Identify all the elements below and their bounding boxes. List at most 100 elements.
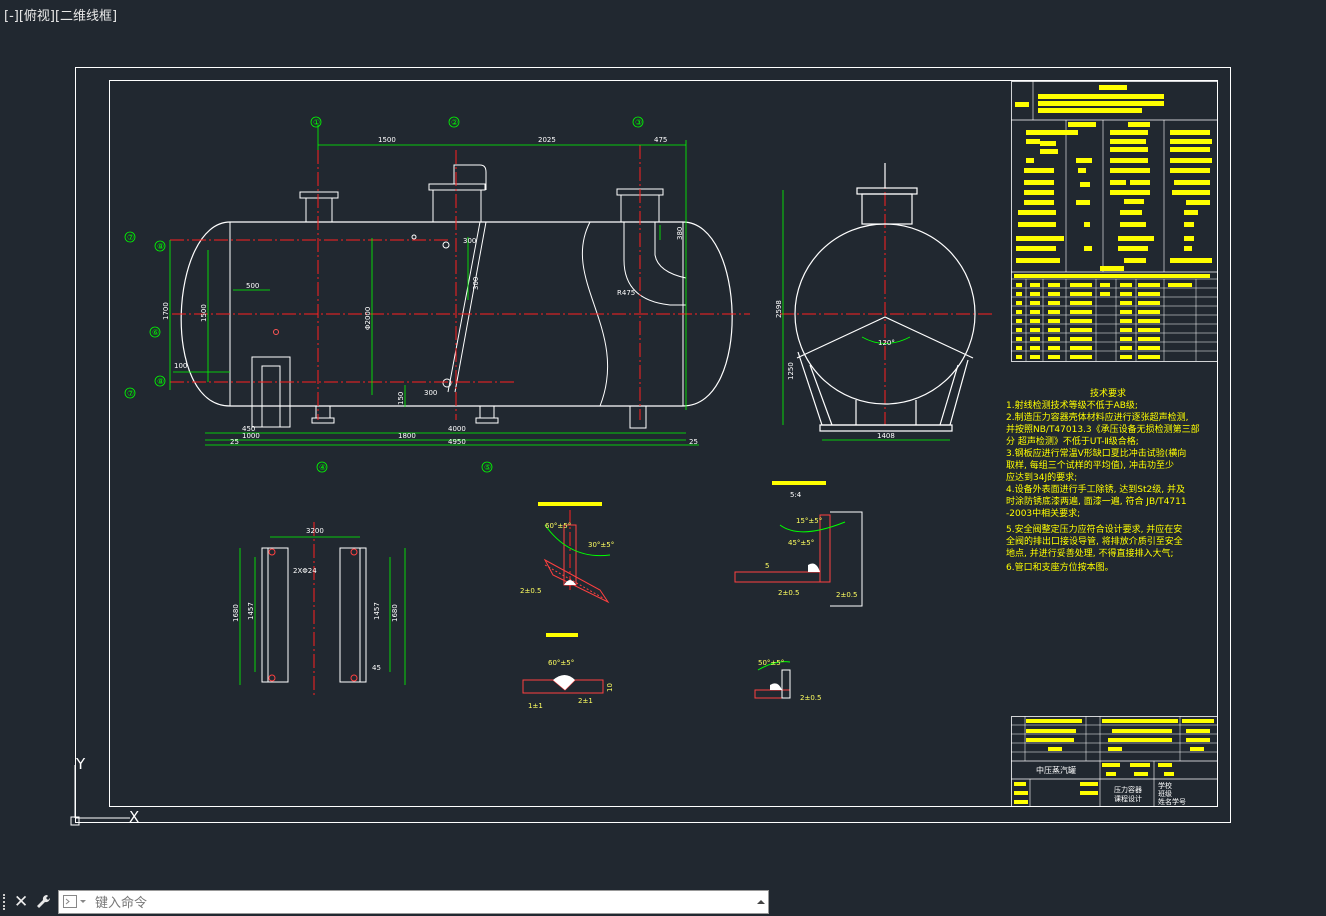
saddle-side <box>797 351 969 426</box>
tech-line-9: 时涂防锈底漆两遍, 面漆一遍, 符合 JB/T4711 <box>1006 495 1187 507</box>
tech-line-3: 并按照NB/T47013.3《承压设备无损检测第三部 <box>1006 423 1200 435</box>
tech-line-13: 地点, 并进行妥善处理, 不得直接排入大气; <box>1006 547 1173 559</box>
dim-1457-b: 1457 <box>373 602 381 620</box>
dim-2598: 2598 <box>775 300 783 318</box>
dim-1700: 1700 <box>162 302 170 320</box>
dim-1408: 1408 <box>877 432 895 440</box>
drag-handle-icon[interactable] <box>3 894 10 910</box>
dim-300: 300 <box>463 237 476 245</box>
dim-1500-v: 1500 <box>200 304 208 322</box>
weld2-angle-a: 15°±5° <box>796 517 822 525</box>
dim-1800: 1800 <box>398 432 416 440</box>
ucs-y-label: Y <box>75 755 86 773</box>
bubble-1: ① <box>313 118 320 127</box>
weld1-angle-a: 60°±5° <box>545 522 571 530</box>
nozzle-2 <box>432 189 482 223</box>
command-input-box[interactable] <box>58 890 769 914</box>
dim-1680: 1680 <box>232 604 240 622</box>
bubble-7b: ⑦ <box>127 389 134 398</box>
dim-300-c: 300 <box>424 389 437 397</box>
saddle-support-right <box>475 406 499 424</box>
dim-25-a: 25 <box>230 438 239 446</box>
dim-475: 475 <box>654 136 667 144</box>
tech-line-14: 6.管口和支座方位按本图。 <box>1006 561 1114 573</box>
info-student: 姓名学号 <box>1158 797 1186 806</box>
drawing-title: 中压蒸汽罐 <box>1036 765 1076 775</box>
title-block: 中压蒸汽罐 压力容器 课程设计 学校 班级 姓名学号 <box>1011 716 1218 807</box>
tech-line-4: 分 超声检测》不低于UT-Ⅱ级合格; <box>1006 435 1139 447</box>
tech-line-2: 2.制造压力容器壳体材料应进行逐张超声检测, <box>1006 411 1188 423</box>
dim-1457: 1457 <box>247 602 255 620</box>
reference-bubbles <box>124 116 644 473</box>
weld-detail-4: 50°±5° 2±0.5 <box>754 659 821 702</box>
weld-detail-2: 5:4 15°±5° 45°±5° 2±0.5 2±0.5 5 <box>734 481 863 607</box>
weld3-angle: 60°±5° <box>548 659 574 667</box>
dim-380: 380 <box>676 227 684 240</box>
dim-1500: 1500 <box>378 136 396 144</box>
tech-line-7: 应达到34J的要求; <box>1006 471 1077 483</box>
dim-1250: 1250 <box>787 362 795 380</box>
tech-line-12: 全阀的排出口接设导管, 将排放介质引至安全 <box>1006 535 1183 547</box>
chevron-up-icon[interactable] <box>756 897 766 907</box>
weld3-thickness: 10 <box>606 683 614 692</box>
weld3-root: 1±1 <box>528 702 543 710</box>
ucs-icon <box>70 765 130 826</box>
bubble-2: ② <box>451 118 458 127</box>
manhole <box>251 356 291 428</box>
tech-line-8: 4.设备外表面进行手工除锈, 达到St2级, 并及 <box>1006 483 1185 495</box>
dim-3200: 3200 <box>306 527 324 535</box>
tech-line-6: 取样, 每组三个试样的平均值), 冲击功至少 <box>1006 459 1174 471</box>
dim-500: 500 <box>246 282 259 290</box>
weld3-gap: 2±1 <box>578 697 593 705</box>
weld-detail-1: 60°±5° 30°±5° 2±0.5 <box>520 502 614 604</box>
bubble-7a: ⑦ <box>127 233 134 242</box>
tech-line-11: 5.安全阀整定压力应符合设计要求, 并应在安 <box>1006 523 1182 535</box>
weld2-scale: 5:4 <box>790 491 802 499</box>
dim-1000: 1000 <box>242 432 260 440</box>
bubble-8a: ⑧ <box>157 242 164 251</box>
close-icon[interactable]: ✕ <box>14 890 28 914</box>
wrench-icon[interactable] <box>34 892 54 912</box>
dim-300-b: 300 <box>472 277 480 290</box>
info-class: 班级 <box>1158 789 1172 798</box>
technical-requirements: 技术要求 1.射线检测技术等级不低于AB级; 2.制造压力容器壳体材料应进行逐张… <box>1006 387 1200 573</box>
dimension-lines <box>169 125 950 685</box>
weld4-angle: 50°±5° <box>758 659 784 667</box>
weld2-e: 5 <box>765 562 769 570</box>
saddle-support-left <box>311 406 335 424</box>
tech-title: 技术要求 <box>1090 387 1126 399</box>
nozzle-1 <box>305 197 333 223</box>
bubble-4: ④ <box>319 463 326 472</box>
dim-4950: 4950 <box>448 438 466 446</box>
weld-detail-3: 60°±5° 2±1 1±1 10 <box>522 633 614 710</box>
drawing-canvas[interactable]: ① ② ③ ④ ⑤ ⑦ ⑧ ⑥ ⑧ ⑦ 1500 2025 475 500 17… <box>0 0 1326 888</box>
command-prompt-icon[interactable] <box>63 895 87 909</box>
ucs-x-label: X <box>129 808 139 826</box>
dim-45: 45 <box>372 664 381 672</box>
dim-r475: R475 <box>617 289 635 297</box>
dim-150: 150 <box>397 392 405 405</box>
dim-dia2000: Φ2000 <box>364 307 372 330</box>
weld4-gap: 2±0.5 <box>800 694 821 702</box>
course-line-2: 课程设计 <box>1114 794 1142 803</box>
dim-1680-b: 1680 <box>391 604 399 622</box>
info-school: 学校 <box>1158 781 1172 790</box>
design-data-table <box>1011 81 1218 362</box>
bubble-3: ③ <box>635 118 642 127</box>
bubble-8b: ⑧ <box>157 377 164 386</box>
command-line-bar: ✕ <box>0 888 770 916</box>
dim-100: 100 <box>174 362 187 370</box>
weld1-angle-b: 30°±5° <box>588 541 614 549</box>
dim-120deg: 120° <box>878 339 895 347</box>
center-lines <box>170 145 995 695</box>
weld2-gap-a: 2±0.5 <box>778 589 799 597</box>
tech-line-1: 1.射线检测技术等级不低于AB级; <box>1006 399 1138 411</box>
command-input[interactable] <box>93 892 717 914</box>
dim-2025: 2025 <box>538 136 556 144</box>
tech-line-10: -2003中相关要求; <box>1006 507 1080 519</box>
tech-line-5: 3.钢板应进行常温V形缺口夏比冲击试验(横向 <box>1006 447 1186 459</box>
weld2-angle-b: 45°±5° <box>788 539 814 547</box>
bubble-6: ⑥ <box>152 328 159 337</box>
weld1-gap: 2±0.5 <box>520 587 541 595</box>
course-line-1: 压力容器 <box>1114 785 1142 794</box>
